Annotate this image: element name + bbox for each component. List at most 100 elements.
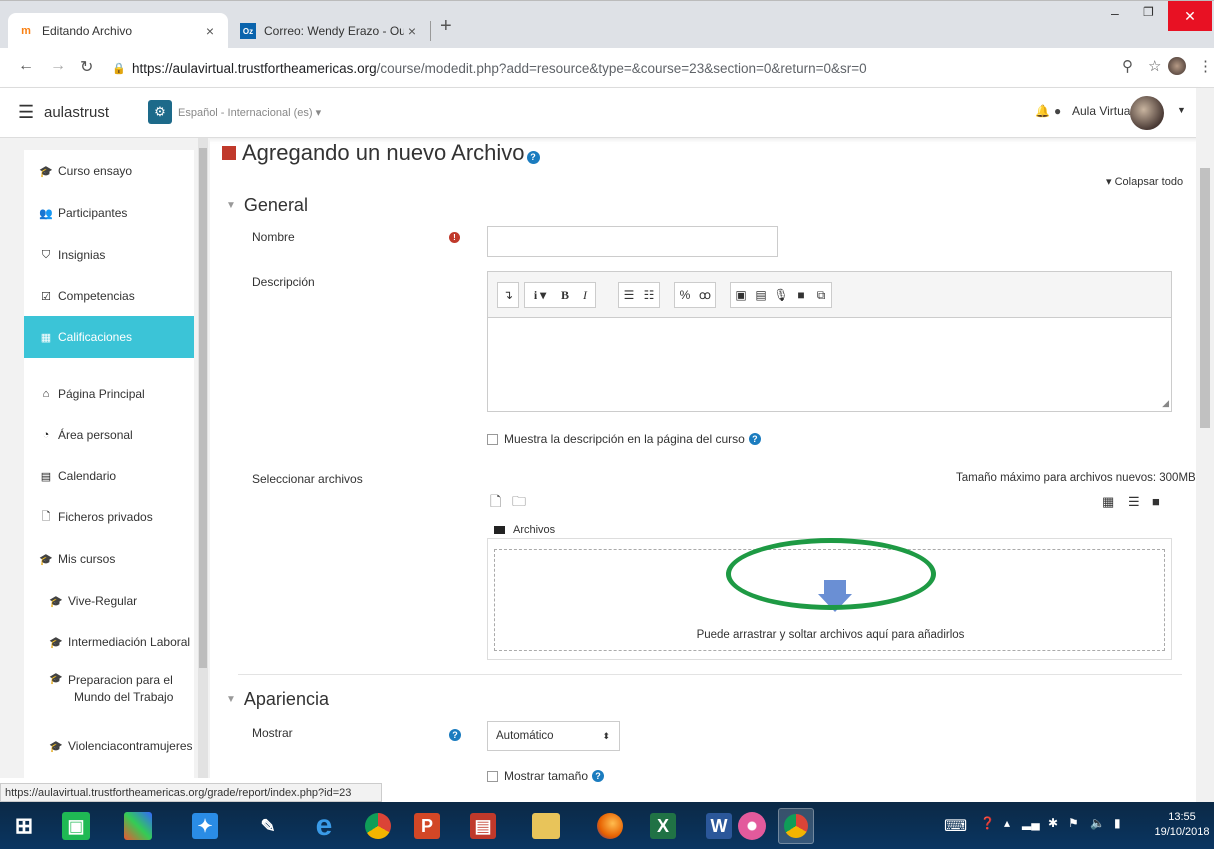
sidebar-item-insignias[interactable]: ⛉ Insignias: [24, 234, 194, 276]
copy-icon[interactable]: ⧉: [811, 283, 831, 307]
sidebar-item-pagina-principal[interactable]: ⌂ Página Principal: [24, 374, 194, 414]
mostrar-select[interactable]: Automático ⬍: [487, 721, 620, 751]
language-selector[interactable]: Español - Internacional (es) ▾: [178, 106, 321, 119]
main-scrollbar[interactable]: [1196, 88, 1214, 802]
chrome-app-icon[interactable]: [360, 808, 396, 844]
sidebar-item-area-personal[interactable]: ◔ Área personal: [24, 415, 194, 455]
microphone-icon[interactable]: 🎙: [771, 283, 791, 307]
sidebar-item-curso-ensayo[interactable]: 🎓 Curso ensayo: [24, 150, 194, 192]
minimize-icon[interactable]: –: [1111, 5, 1119, 21]
file-explorer-icon[interactable]: [532, 813, 560, 839]
profile-avatar[interactable]: [1168, 57, 1186, 75]
word-icon[interactable]: W: [706, 813, 732, 839]
media-player-icon[interactable]: ▤: [470, 813, 496, 839]
zoom-icon[interactable]: ⚲: [1122, 57, 1133, 75]
bell-icon[interactable]: 🔔: [1035, 104, 1050, 118]
tray-expand-icon[interactable]: ▴: [1004, 816, 1010, 830]
sidebar-item-violenciacontramujeres[interactable]: 🎓 Violenciacontramujeres: [24, 726, 194, 766]
show-description-checkbox[interactable]: Muestra la descripción en la página del …: [487, 432, 761, 446]
section-appearance-header[interactable]: ▼ Apariencia: [226, 689, 329, 710]
add-file-icon[interactable]: 🗋: [490, 491, 501, 515]
help-icon[interactable]: ?: [526, 150, 540, 164]
sidebar-item-intermediacion-laboral[interactable]: 🎓 Intermediación Laboral: [24, 622, 194, 662]
itunes-icon[interactable]: [734, 808, 770, 844]
bluetooth-icon[interactable]: ✱: [1048, 816, 1058, 830]
avatar[interactable]: [1130, 96, 1164, 130]
collapse-all-link[interactable]: ▾ Colapsar todo: [1106, 175, 1183, 188]
media-icon[interactable]: ▤: [751, 283, 771, 307]
powerpoint-icon[interactable]: P: [414, 813, 440, 839]
sidebar-item-participantes[interactable]: 👥 Participantes: [24, 192, 194, 234]
show-size-checkbox[interactable]: Mostrar tamaño ?: [487, 769, 605, 783]
sidebar-item-competencias[interactable]: ☑ Competencias: [24, 276, 194, 316]
sidebar-item-vive-regular[interactable]: 🎓 Vive-Regular: [24, 581, 194, 621]
tab-outlook[interactable]: Oz Correo: Wendy Erazo - Outlook ×: [230, 13, 430, 49]
excel-icon[interactable]: X: [650, 813, 676, 839]
checkbox[interactable]: [487, 770, 498, 782]
chrome-taskbar-active-icon[interactable]: [778, 808, 814, 844]
menu-dots-icon[interactable]: ⋮: [1198, 57, 1213, 75]
reload-icon[interactable]: ↻: [80, 57, 93, 77]
forward-icon[interactable]: →: [50, 57, 66, 75]
close-icon[interactable]: ×: [404, 23, 420, 39]
checkbox[interactable]: [487, 433, 498, 445]
back-icon[interactable]: ←: [18, 57, 34, 75]
pen-icon[interactable]: ✎: [250, 808, 286, 844]
image-icon[interactable]: ▣: [731, 283, 751, 307]
windows-start-icon[interactable]: ⊞: [6, 808, 42, 844]
store-icon[interactable]: ▣: [62, 812, 90, 840]
sidebar-scrollbar[interactable]: [198, 138, 208, 778]
unlink-icon[interactable]: ꝏ: [695, 283, 715, 307]
resize-handle-icon[interactable]: ◢: [1162, 398, 1169, 409]
new-tab-icon[interactable]: +: [440, 15, 452, 38]
toolbar-group-toggle: ↴: [497, 282, 519, 308]
window-close-button[interactable]: ✕: [1168, 1, 1212, 31]
close-icon[interactable]: ×: [202, 23, 218, 39]
network-signal-icon[interactable]: ▂▄: [1022, 816, 1040, 830]
chat-icon[interactable]: ●: [1054, 104, 1061, 118]
tab-editando-archivo[interactable]: m Editando Archivo ×: [8, 13, 228, 49]
bold-icon[interactable]: B: [555, 283, 575, 307]
flag-icon[interactable]: ⚑: [1068, 816, 1079, 830]
sidebar-item-calificaciones[interactable]: ▦ Calificaciones: [24, 316, 194, 358]
help-tray-icon[interactable]: ❓: [980, 816, 995, 830]
chevron-down-icon[interactable]: ▼: [1177, 105, 1186, 115]
system-clock[interactable]: 13:55 19/10/2018: [1154, 810, 1210, 840]
dropbox-icon[interactable]: ✦: [192, 813, 218, 839]
volume-icon[interactable]: 🔈: [1090, 816, 1105, 830]
create-folder-icon[interactable]: 🗀: [512, 491, 526, 515]
battery-icon[interactable]: ▮: [1114, 816, 1121, 830]
internet-explorer-icon[interactable]: e: [306, 808, 342, 844]
nombre-input[interactable]: [487, 226, 778, 257]
tree-view-folder-icon[interactable]: ■: [1152, 494, 1160, 509]
list-view-icon[interactable]: ☰: [1128, 494, 1140, 510]
maximize-icon[interactable]: ❐: [1143, 5, 1154, 19]
help-icon[interactable]: ?: [748, 433, 761, 445]
ordered-list-icon[interactable]: ☷: [639, 283, 659, 307]
sidebar-item-calendario[interactable]: ▤ Calendario: [24, 456, 194, 496]
video-icon[interactable]: ■: [791, 283, 811, 307]
url-field[interactable]: 🔒 https://aulavirtual.trustfortheamerica…: [112, 54, 1112, 82]
help-icon[interactable]: ?: [592, 770, 605, 782]
sidebar-item-mis-cursos[interactable]: 🎓 Mis cursos: [24, 539, 194, 579]
link-icon[interactable]: %: [675, 283, 695, 307]
grid-view-icon[interactable]: ▦: [1102, 494, 1114, 510]
help-icon[interactable]: ?: [449, 729, 461, 741]
italic-icon[interactable]: I: [575, 283, 595, 307]
firefox-icon[interactable]: [592, 808, 628, 844]
unordered-list-icon[interactable]: ☰: [619, 283, 639, 307]
keyboard-icon[interactable]: ⌨: [944, 816, 967, 836]
sidebar-item-ficheros-privados[interactable]: 🗋 Ficheros privados: [24, 497, 194, 537]
description-editor[interactable]: ↴ i ▾ B I ☰ ☷ % ꝏ ▣ ▤ 🎙 ■ ⧉ ◢: [487, 271, 1172, 412]
site-name-link[interactable]: aulastrust: [44, 104, 109, 121]
user-name[interactable]: Aula Virtual: [1072, 104, 1133, 118]
bookmark-star-icon[interactable]: ☆: [1148, 57, 1161, 75]
gear-icon[interactable]: ⚙: [148, 100, 172, 124]
paragraph-style-icon[interactable]: i ▾: [525, 283, 555, 307]
paint-app-icon[interactable]: [124, 812, 152, 840]
toolbar-toggle-icon[interactable]: ↴: [498, 283, 518, 307]
hamburger-menu-icon[interactable]: ☰: [18, 102, 34, 123]
section-general-header[interactable]: ▼ General: [226, 195, 308, 216]
sidebar-item-preparacion-mundo-trabajo[interactable]: 🎓 Preparacion para el Mundo del Trabajo: [24, 672, 194, 716]
folder-path[interactable]: Archivos: [494, 524, 555, 536]
